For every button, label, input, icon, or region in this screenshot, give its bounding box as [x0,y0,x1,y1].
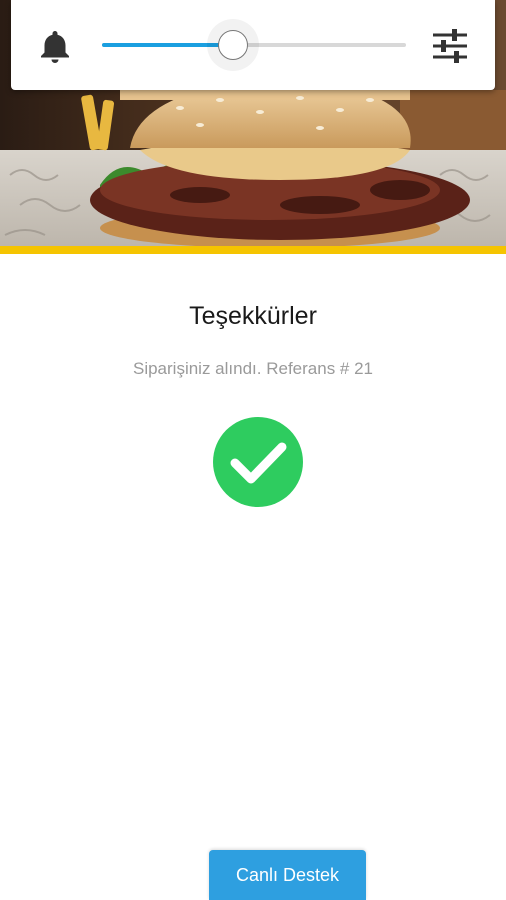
order-confirmation-screen: Teşekkürler Siparişiniz alındı. Referans… [0,0,506,900]
sliders-icon[interactable] [431,28,469,64]
hero-accent-stripe [0,246,506,254]
checkmark-circle-icon [212,416,304,508]
slider-thumb[interactable] [218,30,248,60]
order-reference-text: Siparişiniz alındı. Referans # 21 [132,359,374,378]
volume-popup [11,0,495,90]
page-title: Teşekkürler [189,302,317,330]
volume-slider[interactable] [102,19,406,71]
bell-icon[interactable] [39,29,71,63]
live-support-button[interactable]: Canlı Destek [209,850,366,900]
